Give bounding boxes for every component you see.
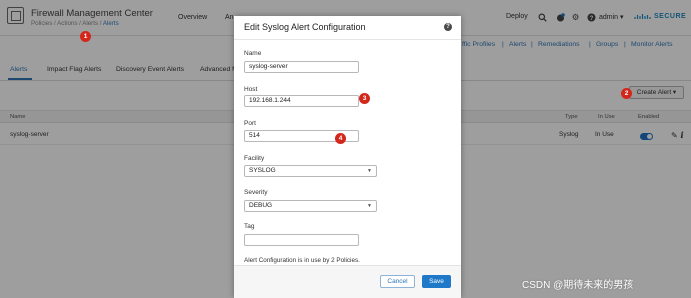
- step-badge-2: 2: [621, 88, 632, 99]
- tag-label: Tag: [244, 223, 255, 230]
- port-label: Port: [244, 120, 256, 127]
- facility-label: Facility: [244, 155, 265, 162]
- help-icon[interactable]: ?: [444, 23, 452, 31]
- facility-value: SYSLOG: [249, 167, 276, 174]
- edit-syslog-dialog: Edit Syslog Alert Configuration ? Name s…: [234, 16, 461, 298]
- facility-select[interactable]: SYSLOG ▼: [244, 165, 377, 177]
- tag-field[interactable]: [244, 234, 359, 246]
- severity-select[interactable]: DEBUG ▼: [244, 200, 377, 212]
- step-badge-4: 4: [335, 133, 346, 144]
- dialog-header: Edit Syslog Alert Configuration ?: [234, 16, 461, 40]
- chevron-down-icon: ▼: [367, 203, 372, 209]
- name-label: Name: [244, 50, 262, 57]
- watermark: CSDN @期待未来的男孩: [522, 280, 634, 291]
- cancel-button[interactable]: Cancel: [380, 275, 415, 288]
- severity-value: DEBUG: [249, 202, 273, 209]
- host-field[interactable]: 192.168.1.244: [244, 95, 359, 107]
- dialog-title: Edit Syslog Alert Configuration: [244, 22, 366, 32]
- step-badge-1: 1: [80, 31, 91, 42]
- dialog-footer: Cancel Save: [234, 265, 461, 298]
- chevron-down-icon: ▼: [367, 168, 372, 174]
- severity-label: Severity: [244, 189, 268, 196]
- host-label: Host: [244, 86, 258, 93]
- step-badge-3: 3: [359, 93, 370, 104]
- name-field[interactable]: syslog-server: [244, 61, 359, 73]
- save-button[interactable]: Save: [422, 275, 451, 288]
- usage-note: Alert Configuration is in use by 2 Polic…: [244, 257, 360, 264]
